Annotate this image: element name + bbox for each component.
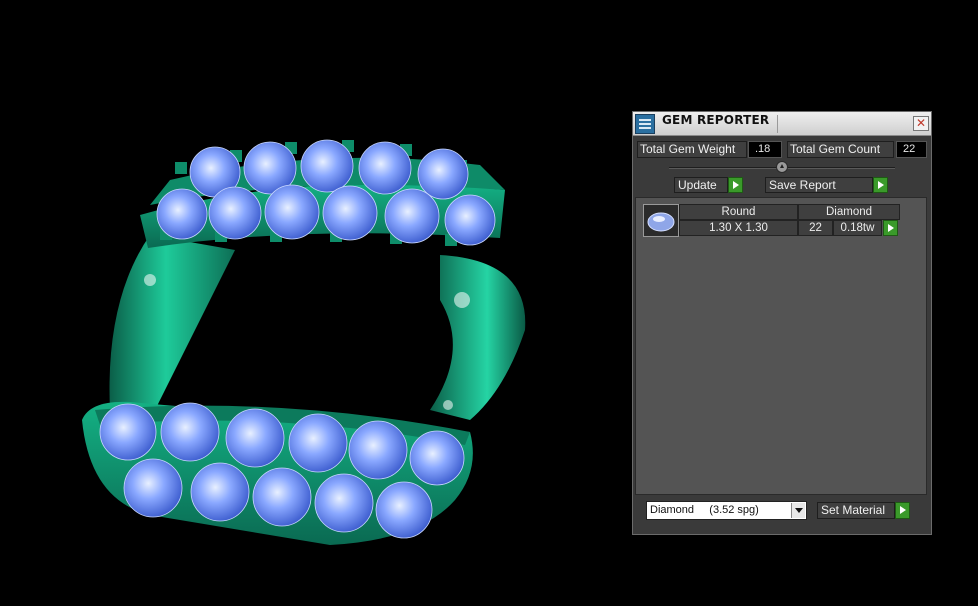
- material-select-value: Diamond (3.52 spg): [650, 504, 759, 516]
- set-material-arrow-icon[interactable]: [895, 502, 910, 519]
- slider-handle[interactable]: [776, 161, 788, 173]
- panel-titlebar[interactable]: GEM REPORTER ✕: [633, 112, 931, 136]
- material-select[interactable]: Diamond (3.52 spg): [646, 501, 807, 520]
- round-gem-icon: [643, 204, 679, 237]
- gem-shape-cell: Round: [679, 204, 798, 220]
- set-material-button[interactable]: Set Material: [817, 502, 895, 519]
- close-icon[interactable]: ✕: [913, 116, 929, 131]
- gem-size-cell: 1.30 X 1.30: [679, 220, 798, 236]
- gem-list[interactable]: Round Diamond 1.30 X 1.30 22 0.18tw: [635, 197, 927, 495]
- ring-model[interactable]: [82, 139, 526, 545]
- total-gem-weight-value: .18: [748, 141, 782, 158]
- gem-reporter-icon: [635, 114, 655, 134]
- update-button[interactable]: Update: [674, 177, 728, 193]
- gem-reporter-panel: GEM REPORTER ✕ Total Gem Weight .18 Tota…: [632, 111, 932, 535]
- save-report-arrow-icon[interactable]: [873, 177, 888, 193]
- update-arrow-icon[interactable]: [728, 177, 743, 193]
- panel-title: GEM REPORTER: [662, 113, 770, 127]
- save-report-button[interactable]: Save Report: [765, 177, 873, 193]
- gem-count-cell: 22: [798, 220, 833, 236]
- total-gem-count-label: Total Gem Count: [787, 141, 894, 158]
- titlebar-divider: [777, 115, 778, 133]
- gem-row-expand-icon[interactable]: [883, 220, 898, 236]
- gem-material-cell: Diamond: [798, 204, 900, 220]
- gem-weight-cell: 0.18tw: [833, 220, 882, 236]
- chevron-down-icon[interactable]: [791, 503, 805, 518]
- total-gem-weight-label: Total Gem Weight: [637, 141, 747, 158]
- total-gem-count-value: 22: [896, 141, 927, 158]
